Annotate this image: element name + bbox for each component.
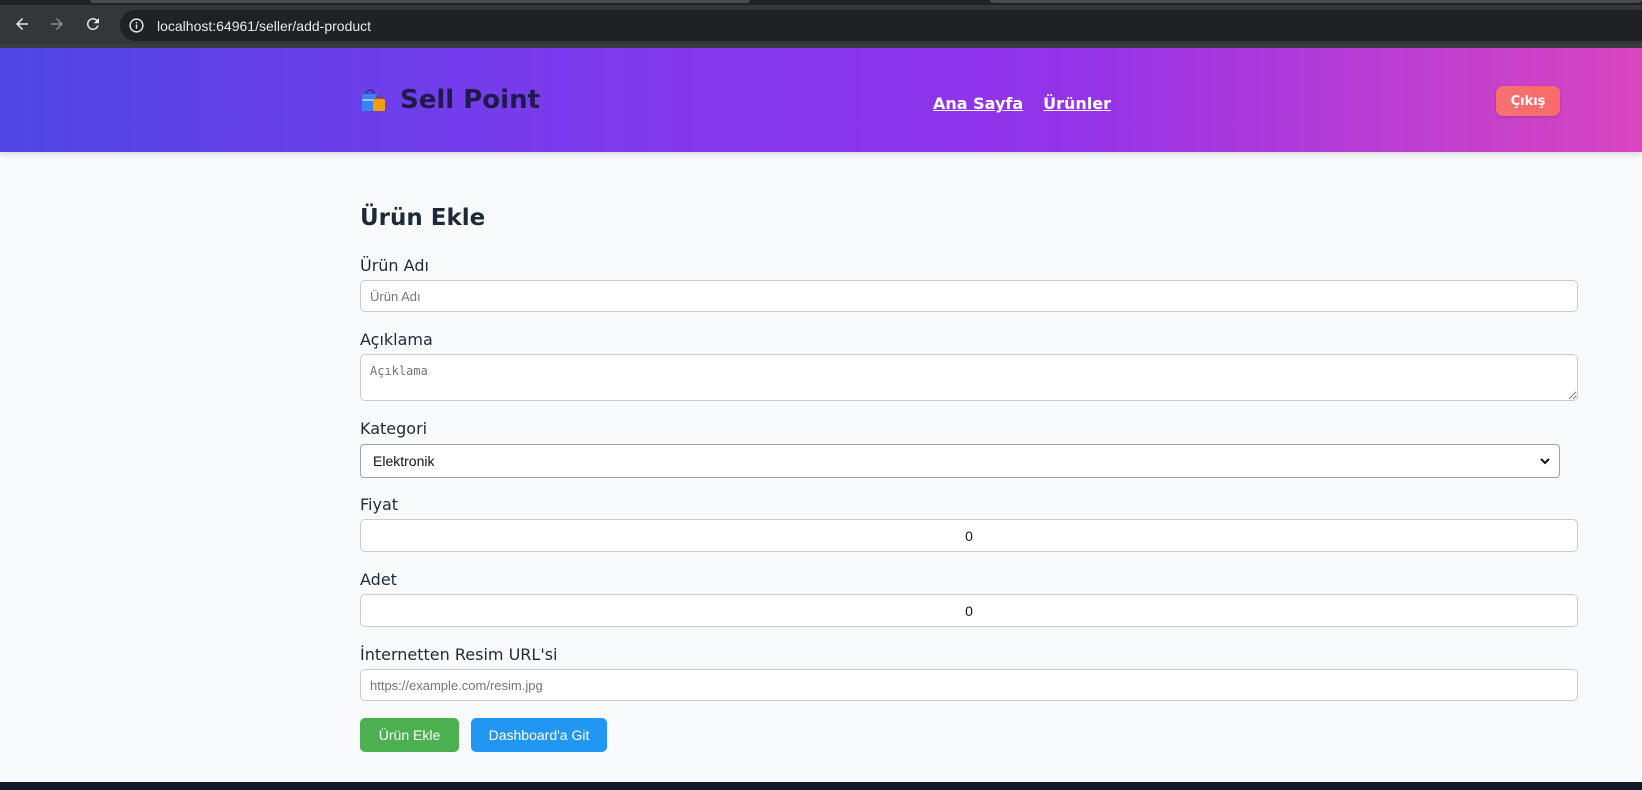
back-button[interactable] (9, 11, 35, 37)
product-name-label: Ürün Adı (360, 256, 429, 275)
forward-button[interactable] (44, 11, 70, 37)
brand[interactable]: Sell Point (360, 85, 540, 115)
shopping-bags-icon (362, 89, 385, 111)
tab-edge (990, 0, 1642, 3)
logout-button[interactable]: Çıkış (1496, 86, 1560, 116)
arrow-right-icon (51, 18, 63, 30)
arrow-left-icon (16, 18, 28, 30)
tab-edge (90, 0, 750, 3)
dashboard-button[interactable]: Dashboard'a Git (471, 718, 607, 752)
quantity-label: Adet (360, 570, 397, 589)
nav-link-home[interactable]: Ana Sayfa (933, 94, 1023, 113)
footer (0, 782, 1642, 790)
category-selected-value: Elektronik (373, 453, 435, 469)
quantity-input[interactable] (360, 594, 1578, 627)
category-select[interactable]: Elektronik (360, 444, 1560, 478)
description-label: Açıklama (360, 330, 433, 349)
address-bar[interactable]: localhost:64961/seller/add-product (120, 10, 1642, 41)
image-url-label: İnternetten Resim URL'si (360, 645, 558, 664)
price-label: Fiyat (360, 495, 399, 514)
description-textarea[interactable] (360, 354, 1578, 401)
main-nav: Ana Sayfa Ürünler (933, 94, 1111, 113)
url-text[interactable]: localhost:64961/seller/add-product (157, 18, 371, 34)
add-product-button[interactable]: Ürün Ekle (360, 718, 459, 752)
category-label: Kategori (360, 419, 428, 438)
price-input[interactable] (360, 519, 1578, 552)
reload-icon (86, 17, 99, 30)
brand-name[interactable]: Sell Point (400, 85, 540, 115)
tab-strip (0, 0, 1642, 5)
image-url-input[interactable] (360, 669, 1578, 701)
browser-toolbar: localhost:64961/seller/add-product (0, 0, 1642, 48)
site-header (0, 48, 1642, 152)
reload-button[interactable] (80, 11, 106, 37)
page-title: Ürün Ekle (360, 205, 486, 231)
product-name-input[interactable] (360, 280, 1578, 312)
chevron-down-icon (1540, 458, 1550, 465)
nav-link-products[interactable]: Ürünler (1043, 94, 1111, 113)
info-icon[interactable] (128, 17, 145, 34)
